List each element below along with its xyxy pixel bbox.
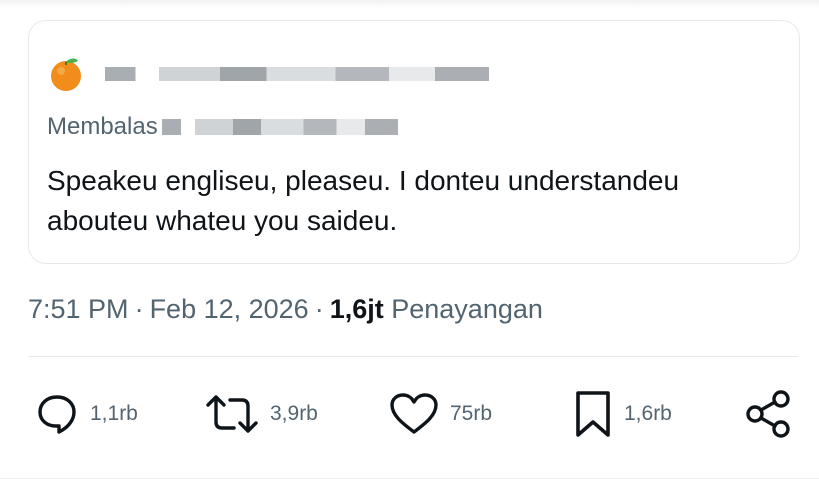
bookmark-button[interactable]: 1,6rb [572,382,672,446]
avatar[interactable] [47,55,85,93]
top-edge [0,0,819,8]
quoted-post-header [47,55,489,93]
orange-fruit-icon [51,58,81,91]
heart-icon [390,393,438,434]
post-detail: Membalas Speakeu engliseu, pleaseu. I do… [0,0,819,498]
reply-prefix: Membalas [47,113,158,140]
bookmark-count: 1,6rb [624,402,672,425]
repost-icon [206,395,258,433]
reply-icon [38,395,76,434]
post-meta: 7:51 PM · Feb 12, 2026 · 1,6jt Penayangan [28,294,543,325]
repost-button[interactable]: 3,9rb [204,382,318,446]
bookmark-icon [576,391,610,437]
quoted-post-text: Speakeu engliseu, pleaseu. I donteu unde… [47,165,680,236]
meta-separator: · [314,294,324,324]
reply-count: 1,1rb [90,402,138,425]
views-label: Penayangan [391,294,543,324]
replying-to-line: Membalas [47,113,398,141]
reply-button[interactable]: 1,1rb [34,382,138,446]
bottom-divider [0,478,819,479]
meta-separator: · [134,294,144,324]
quoted-post-card[interactable]: Membalas Speakeu engliseu, pleaseu. I do… [28,20,800,264]
redacted-author-name [105,67,489,81]
like-count: 75rb [450,402,493,425]
post-time[interactable]: 7:51 PM [28,294,129,324]
repost-count: 3,9rb [270,402,318,425]
divider [28,356,798,357]
post-date[interactable]: Feb 12, 2026 [150,294,309,324]
share-icon [746,390,790,438]
like-button[interactable]: 75rb [388,382,492,446]
redacted-reply-handle[interactable] [161,119,398,135]
views-count: 1,6jt [329,294,384,324]
action-bar: 1,1rb 3,9rb 75rb 1,6rb [0,382,819,446]
share-button[interactable] [744,382,794,446]
